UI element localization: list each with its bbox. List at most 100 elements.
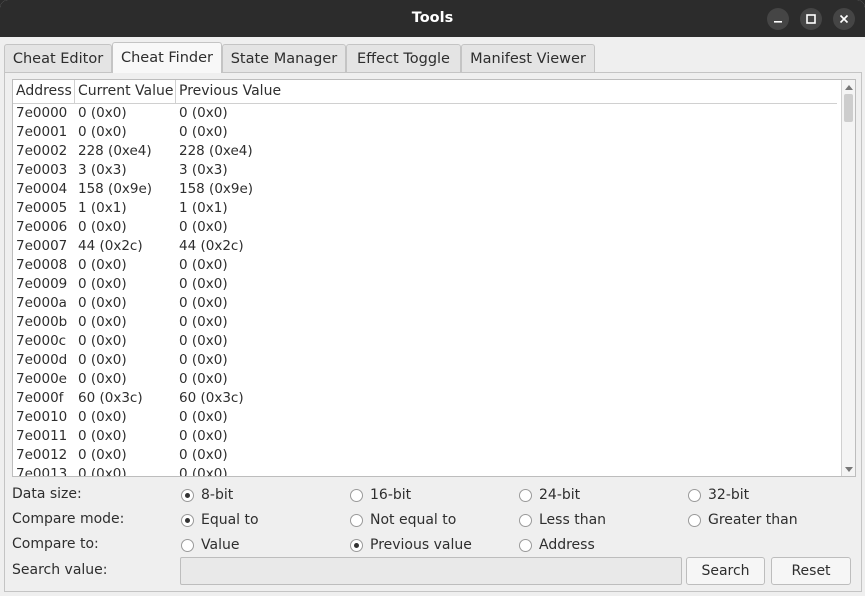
previous-value-cell: 158 (0x9e): [179, 181, 254, 197]
table-row[interactable]: 7e000f 60 (0x3c) 60 (0x3c): [13, 389, 837, 408]
radio-previous-value[interactable]: Previous value: [350, 536, 472, 554]
table-row[interactable]: 7e0002 228 (0xe4) 228 (0xe4): [13, 142, 837, 161]
table-row[interactable]: 7e000b 0 (0x0) 0 (0x0): [13, 313, 837, 332]
tools-window: Tools Cheat Editor Cheat Finder State Ma…: [0, 0, 865, 596]
address-cell: 7e0010: [16, 409, 68, 425]
address-cell: 7e000c: [16, 333, 67, 349]
radio-greater-than[interactable]: Greater than: [688, 511, 798, 529]
tab-label: Manifest Viewer: [470, 51, 586, 67]
close-button[interactable]: [833, 8, 855, 30]
radio-label: Equal to: [201, 512, 259, 528]
reset-button[interactable]: Reset: [771, 557, 851, 585]
current-value-cell: 0 (0x0): [78, 409, 127, 425]
radio-32-bit[interactable]: 32-bit: [688, 486, 749, 504]
tab-label: State Manager: [230, 51, 338, 67]
previous-value-cell: 0 (0x0): [179, 352, 228, 368]
previous-value-cell: 1 (0x1): [179, 200, 228, 216]
current-value-cell: 0 (0x0): [78, 333, 127, 349]
previous-value-cell: 0 (0x0): [179, 409, 228, 425]
radio-value[interactable]: Value: [181, 536, 239, 554]
previous-value-cell: 0 (0x0): [179, 276, 228, 292]
address-cell: 7e0004: [16, 181, 68, 197]
address-cell: 7e0008: [16, 257, 68, 273]
radio-24-bit[interactable]: 24-bit: [519, 486, 580, 504]
tab-label: Cheat Editor: [12, 51, 104, 67]
address-cell: 7e0002: [16, 143, 68, 159]
radio-label: 16-bit: [370, 487, 412, 503]
radio-less-than[interactable]: Less than: [519, 511, 606, 529]
address-cell: 7e0003: [16, 162, 68, 178]
table-header: Address Current Value Previous Value: [13, 80, 837, 104]
radio-indicator: [519, 513, 532, 527]
table-row[interactable]: 7e0011 0 (0x0) 0 (0x0): [13, 427, 837, 446]
previous-value-cell: 0 (0x0): [179, 428, 228, 444]
table-row[interactable]: 7e000c 0 (0x0) 0 (0x0): [13, 332, 837, 351]
radio-not-equal-to[interactable]: Not equal to: [350, 511, 456, 529]
table-row[interactable]: 7e000d 0 (0x0) 0 (0x0): [13, 351, 837, 370]
tab-manifest-viewer[interactable]: Manifest Viewer: [461, 44, 595, 73]
search-value-input[interactable]: [180, 557, 682, 585]
current-value-cell: 1 (0x1): [78, 200, 127, 216]
address-cell: 7e0000: [16, 105, 68, 121]
scrollbar-thumb[interactable]: [844, 94, 853, 122]
table-row[interactable]: 7e0006 0 (0x0) 0 (0x0): [13, 218, 837, 237]
scroll-down-icon[interactable]: [842, 463, 855, 475]
previous-value-cell: 3 (0x3): [179, 162, 228, 178]
previous-value-cell: 228 (0xe4): [179, 143, 253, 159]
table-row[interactable]: 7e0005 1 (0x1) 1 (0x1): [13, 199, 837, 218]
current-value-cell: 0 (0x0): [78, 371, 127, 387]
radio-label: 8-bit: [201, 487, 234, 503]
tab-label: Effect Toggle: [357, 51, 450, 67]
address-cell: 7e0005: [16, 200, 68, 216]
current-value-cell: 158 (0x9e): [78, 181, 153, 197]
address-cell: 7e0006: [16, 219, 68, 235]
vertical-scrollbar[interactable]: [841, 80, 855, 476]
radio-indicator: [688, 488, 701, 502]
address-cell: 7e000e: [16, 371, 67, 387]
radio-indicator: [519, 488, 532, 502]
address-cell: 7e000b: [16, 314, 68, 330]
table-row[interactable]: 7e0000 0 (0x0) 0 (0x0): [13, 104, 837, 123]
tab-effect-toggle[interactable]: Effect Toggle: [346, 44, 461, 73]
current-value-cell: 0 (0x0): [78, 447, 127, 463]
table-row[interactable]: 7e0008 0 (0x0) 0 (0x0): [13, 256, 837, 275]
column-header-current-value[interactable]: Current Value: [75, 80, 176, 104]
radio-8-bit[interactable]: 8-bit: [181, 486, 233, 504]
table-row[interactable]: 7e0010 0 (0x0) 0 (0x0): [13, 408, 837, 427]
address-cell: 7e0001: [16, 124, 68, 140]
radio-16-bit[interactable]: 16-bit: [350, 486, 411, 504]
table-row[interactable]: 7e0012 0 (0x0) 0 (0x0): [13, 446, 837, 465]
radio-label: Less than: [539, 512, 607, 528]
tab-state-manager[interactable]: State Manager: [222, 44, 346, 73]
column-header-address[interactable]: Address: [13, 80, 75, 104]
radio-indicator: [688, 513, 701, 527]
results-table[interactable]: Address Current Value Previous Value 7e0…: [12, 79, 856, 477]
table-row[interactable]: 7e0001 0 (0x0) 0 (0x0): [13, 123, 837, 142]
scroll-up-icon[interactable]: [842, 81, 855, 93]
tab-cheat-editor[interactable]: Cheat Editor: [4, 44, 112, 73]
compare-to-label: Compare to:: [12, 536, 99, 552]
table-row[interactable]: 7e0004 158 (0x9e) 158 (0x9e): [13, 180, 837, 199]
maximize-button[interactable]: [800, 8, 822, 30]
table-row[interactable]: 7e0003 3 (0x3) 3 (0x3): [13, 161, 837, 180]
minimize-button[interactable]: [767, 8, 789, 30]
column-header-previous-value[interactable]: Previous Value: [176, 80, 837, 104]
table-row[interactable]: 7e000e 0 (0x0) 0 (0x0): [13, 370, 837, 389]
tab-cheat-finder[interactable]: Cheat Finder: [112, 42, 222, 73]
current-value-cell: 0 (0x0): [78, 352, 127, 368]
current-value-cell: 3 (0x3): [78, 162, 127, 178]
tab-label: Cheat Finder: [120, 50, 213, 66]
radio-equal-to[interactable]: Equal to: [181, 511, 259, 529]
radio-address[interactable]: Address: [519, 536, 595, 554]
radio-label: 32-bit: [708, 487, 750, 503]
previous-value-cell: 0 (0x0): [179, 219, 228, 235]
table-row[interactable]: 7e000a 0 (0x0) 0 (0x0): [13, 294, 837, 313]
table-row[interactable]: 7e0007 44 (0x2c) 44 (0x2c): [13, 237, 837, 256]
search-button[interactable]: Search: [686, 557, 765, 585]
table-row[interactable]: 7e0009 0 (0x0) 0 (0x0): [13, 275, 837, 294]
current-value-cell: 0 (0x0): [78, 276, 127, 292]
table-row[interactable]: 7e0013 0 (0x0) 0 (0x0): [13, 465, 837, 476]
radio-label: 24-bit: [539, 487, 581, 503]
radio-label: Previous value: [370, 537, 472, 553]
current-value-cell: 0 (0x0): [78, 257, 127, 273]
